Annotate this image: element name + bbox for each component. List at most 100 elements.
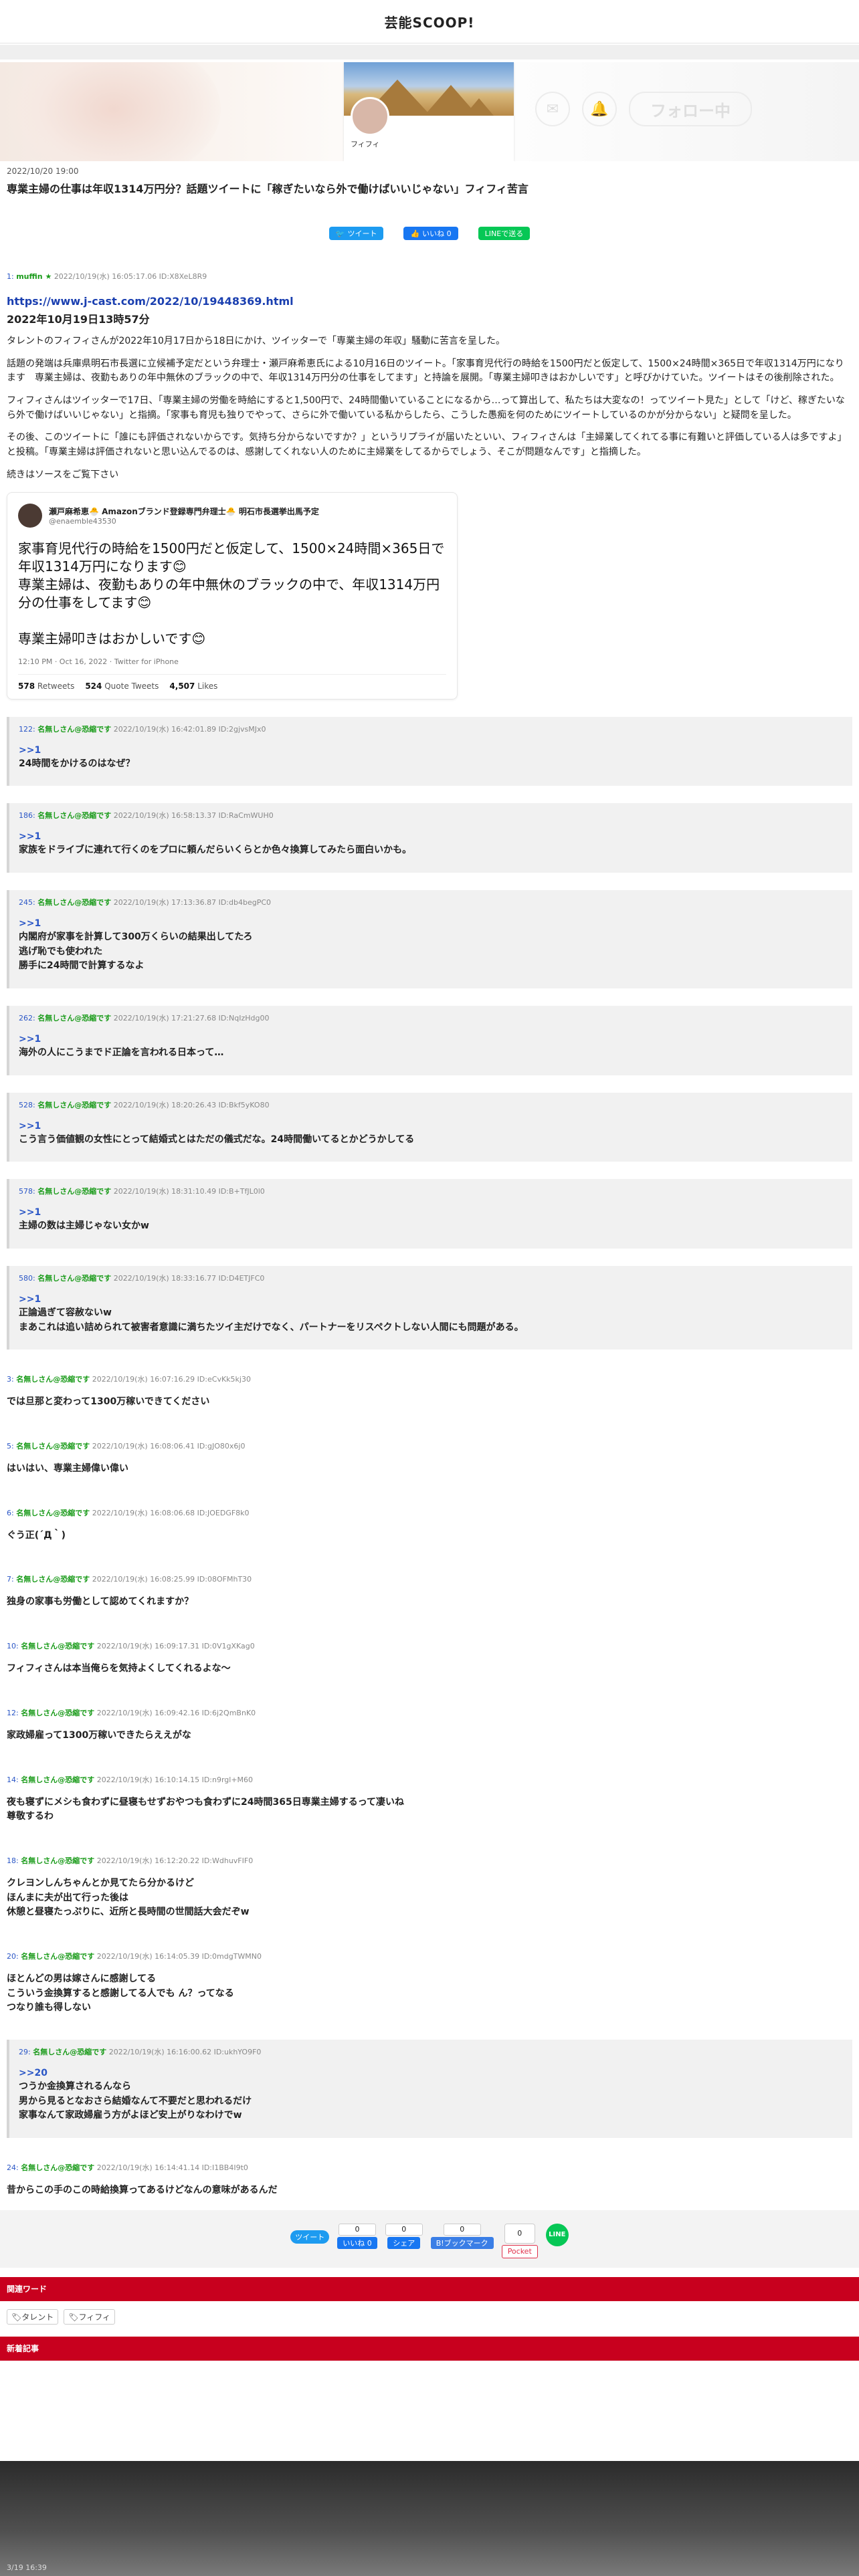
reply-author: 名無しさん@恐縮です <box>21 1642 95 1651</box>
reply-number[interactable]: 245: <box>19 898 35 907</box>
reply-header: 262: 名無しさん@恐縮です 2022/10/19(水) 17:21:27.6… <box>19 1012 844 1023</box>
reply-author: 名無しさん@恐縮です <box>16 1442 90 1451</box>
reply-header: 12: 名無しさん@恐縮です 2022/10/19(水) 16:09:42.16… <box>7 1707 852 1718</box>
reply-header: 245: 名無しさん@恐縮です 2022/10/19(水) 17:13:36.8… <box>19 897 844 907</box>
reply-author: 名無しさん@恐縮です <box>37 1187 112 1196</box>
op-paragraph: 話題の発端は兵庫県明石市長選に立候補予定だという弁理士・瀬戸麻希恵氏による10月… <box>7 358 844 384</box>
reply-meta: 2022/10/19(水) 16:42:01.89 ID:2gjvsMJx0 <box>113 724 266 734</box>
footer-ad-area: 3/19 16:39 <box>0 2461 859 2576</box>
pocket-widget: 0 Pocket <box>501 2223 538 2258</box>
reply-text: 独身の家事も労働として認めてくれますか？ <box>7 1596 194 1608</box>
article-title: 専業主婦の仕事は年収1314万円分？話題ツイートに「稼ぎたいなら外で働けばいいじ… <box>7 183 529 195</box>
reply-anchor-link[interactable]: >>1 <box>19 745 844 756</box>
facebook-like-button[interactable]: 👍 いいね 0 <box>403 227 458 240</box>
reply-item: 12: 名無しさん@恐縮です 2022/10/19(水) 16:09:42.16… <box>7 1701 852 1750</box>
reply-number[interactable]: 578: <box>19 1187 35 1196</box>
facebook-like-count: 0 <box>338 2223 376 2236</box>
reply-number[interactable]: 528: <box>19 1101 35 1109</box>
reply-header: 528: 名無しさん@恐縮です 2022/10/19(水) 18:20:26.4… <box>19 1099 844 1110</box>
reply-number[interactable]: 262: <box>19 1014 35 1023</box>
reply-number[interactable]: 29: <box>19 2048 31 2056</box>
line-send-button[interactable]: LINEで送る <box>478 227 531 240</box>
tweet-button-bottom[interactable]: ツイート <box>290 2230 330 2244</box>
res-number[interactable]: 1: <box>7 272 14 281</box>
reply-text: こう言う価値観の女性にとって結婚式とはただの儀式だな。24時間働いてるとかどうか… <box>19 1134 415 1145</box>
tweet-author-handle[interactable]: @enaemble43530 <box>49 517 319 526</box>
reply-number[interactable]: 7: <box>7 1575 14 1584</box>
reply-author: 名無しさん@恐縮です <box>21 1856 95 1865</box>
reply-author: 名無しさん@恐縮です <box>33 2048 107 2056</box>
reply-item: 20: 名無しさん@恐縮です 2022/10/19(水) 16:14:05.39… <box>7 1944 852 2022</box>
reply-meta: 2022/10/19(水) 17:21:27.68 ID:NqIzHdg00 <box>113 1013 270 1023</box>
reply-author: 名無しさん@恐縮です <box>21 1951 95 1961</box>
reply-number[interactable]: 12: <box>7 1709 19 1717</box>
reply-number[interactable]: 14: <box>7 1776 19 1784</box>
facebook-share-button[interactable]: シェア <box>387 2236 421 2249</box>
reply-anchor-link[interactable]: >>20 <box>19 2068 844 2078</box>
hatena-bookmark-button[interactable]: B!ブックマーク <box>430 2236 494 2249</box>
reply-item: 10: 名無しさん@恐縮です 2022/10/19(水) 16:09:17.31… <box>7 1634 852 1683</box>
reply-item: 3: 名無しさん@恐縮です 2022/10/19(水) 16:07:16.29 … <box>7 1367 852 1416</box>
reply-author: 名無しさん@恐縮です <box>37 897 112 907</box>
source-link[interactable]: https://www.j-cast.com/2022/10/19448369.… <box>7 295 852 308</box>
reply-number[interactable]: 3: <box>7 1375 14 1384</box>
op-paragraph: フィフィさんはツイッターで17日、「専業主婦の労働を時給にすると1,500円で、… <box>7 395 845 421</box>
reply-number[interactable]: 18: <box>7 1856 19 1865</box>
facebook-like-button-bottom[interactable]: いいね 0 <box>337 2236 377 2249</box>
reply-text: ぐう正(´Д｀) <box>7 1529 66 1541</box>
reply-meta: 2022/10/19(水) 16:10:14.15 ID:n9rgl+M60 <box>96 1775 254 1784</box>
tag-talent[interactable]: 🏷タレント <box>7 2309 59 2325</box>
tweet-avatar[interactable] <box>18 503 42 528</box>
res-meta: 2022/10/19(水) 16:05:17.06 ID:X8XeL8R9 <box>54 272 207 281</box>
reply-number[interactable]: 24: <box>7 2163 19 2172</box>
reply-number[interactable]: 20: <box>7 1952 19 1961</box>
reply-item: 122: 名無しさん@恐縮です 2022/10/19(水) 16:42:01.8… <box>7 716 852 786</box>
reply-author: 名無しさん@恐縮です <box>16 1375 90 1384</box>
reply-number[interactable]: 5: <box>7 1442 14 1451</box>
reply-anchor-link[interactable]: >>1 <box>19 1207 844 1218</box>
facebook-like-widget: 0 いいね 0 <box>337 2223 377 2249</box>
reply-meta: 2022/10/19(水) 16:08:25.99 ID:08OFMhT30 <box>92 1575 252 1584</box>
reply-header: 7: 名無しさん@恐縮です 2022/10/19(水) 16:08:25.99 … <box>7 1574 852 1584</box>
op-paragraph: その後、このツイートに「誰にも評価されないからです。気持ち分からないですか？」と… <box>7 432 847 458</box>
site-title[interactable]: 芸能SCOOP! <box>385 12 475 31</box>
tweet-timestamp[interactable]: 12:10 PM · Oct 16, 2022 · Twitter for iP… <box>18 657 446 666</box>
thumbs-up-icon: 👍 <box>410 229 420 238</box>
reply-number[interactable]: 6: <box>7 1509 14 1517</box>
tweet-retweets[interactable]: 578 Retweets <box>18 681 74 691</box>
tweet-quotes[interactable]: 524 Quote Tweets <box>85 681 159 691</box>
reply-meta: 2022/10/19(水) 18:20:26.43 ID:Bkf5yKO80 <box>113 1100 270 1109</box>
reply-item: 18: 名無しさん@恐縮です 2022/10/19(水) 16:12:20.22… <box>7 1848 852 1927</box>
hero-ghost-buttons: ✉ 🔔 フォロー中 <box>535 92 752 126</box>
notification-icon: 🔔 <box>582 92 617 126</box>
tag-fifi[interactable]: 🏷フィフィ <box>64 2309 116 2325</box>
embedded-tweet[interactable]: 瀬戸麻希恵🐣 Amazonブランド登録専門弁理士🐣 明石市長選挙出馬予定 @en… <box>7 492 458 700</box>
reply-anchor-link[interactable]: >>1 <box>19 918 844 929</box>
line-share-button[interactable]: LINE <box>545 2223 569 2246</box>
tweet-button[interactable]: 🐦 ツイート <box>328 227 384 240</box>
pocket-button[interactable]: Pocket <box>501 2244 538 2258</box>
hero-image: フィフィ ✉ 🔔 フォロー中 <box>0 62 859 161</box>
reply-item: 578: 名無しさん@恐縮です 2022/10/19(水) 18:31:10.4… <box>7 1179 852 1249</box>
reply-anchor-link[interactable]: >>1 <box>19 1034 844 1045</box>
reply-number[interactable]: 580: <box>19 1274 35 1283</box>
reply-item: 6: 名無しさん@恐縮です 2022/10/19(水) 16:08:06.68 … <box>7 1501 852 1550</box>
reply-author: 名無しさん@恐縮です <box>16 1508 90 1517</box>
reply-text: 内閣府が家事を計算して300万くらいの結果出してたろ 逃げ恥でも使われた 勝手に… <box>19 931 253 972</box>
reply-anchor-link[interactable]: >>1 <box>19 1121 844 1132</box>
reply-number[interactable]: 122: <box>19 725 35 734</box>
reply-anchor-link[interactable]: >>1 <box>19 831 844 842</box>
reply-meta: 2022/10/19(水) 16:14:41.14 ID:I1BB4I9t0 <box>96 2163 248 2173</box>
tweet-likes[interactable]: 4,507 Likes <box>169 681 217 691</box>
reply-header: 186: 名無しさん@恐縮です 2022/10/19(水) 16:58:13.3… <box>19 810 844 821</box>
share-buttons-top: 🐦 ツイート 👍 いいね 0 LINEで送る <box>0 227 859 240</box>
reply-meta: 2022/10/19(水) 16:08:06.41 ID:gJO80x6j0 <box>92 1442 246 1451</box>
reply-number[interactable]: 186: <box>19 811 35 820</box>
reply-number[interactable]: 10: <box>7 1642 19 1650</box>
tweet-author-name[interactable]: 瀬戸麻希恵🐣 Amazonブランド登録専門弁理士🐣 明石市長選挙出馬予定 <box>49 506 319 517</box>
tweet-stats: 578 Retweets 524 Quote Tweets 4,507 Like… <box>18 673 446 691</box>
related-words-heading: 関連ワード <box>0 2276 859 2301</box>
mail-icon: ✉ <box>535 92 570 126</box>
reply-anchor-link[interactable]: >>1 <box>19 1294 844 1305</box>
reply-header: 6: 名無しさん@恐縮です 2022/10/19(水) 16:08:06.68 … <box>7 1507 852 1518</box>
